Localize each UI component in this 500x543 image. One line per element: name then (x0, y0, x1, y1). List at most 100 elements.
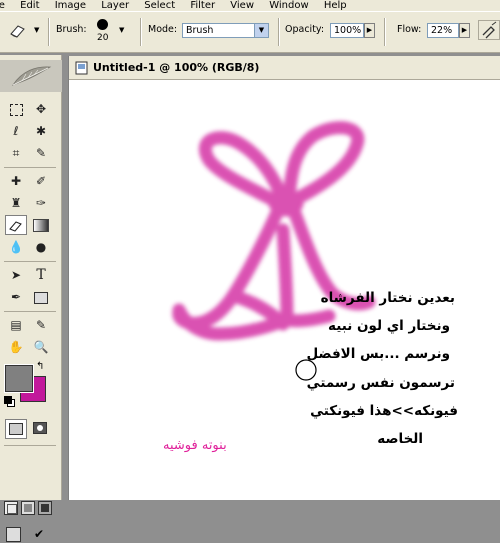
divider (4, 445, 56, 446)
eraser-icon (9, 220, 22, 232)
flow-input[interactable]: 22% (427, 23, 459, 38)
menu-image[interactable]: Image (49, 0, 92, 11)
brush-tool[interactable]: ✐ (30, 171, 52, 191)
crop-tool[interactable]: ⌗ (5, 143, 27, 163)
shape-tool[interactable] (30, 287, 52, 307)
brush-picker[interactable]: 20 ▼ (93, 16, 129, 48)
instruction-line: بعدين نختار الفرشاه (320, 290, 455, 306)
gradient-tool[interactable] (30, 215, 52, 235)
menu-bar: le Edit Image Layer Select Filter View W… (0, 0, 500, 11)
move-tool[interactable]: ✥ (30, 99, 52, 119)
foreground-color-swatch[interactable] (4, 364, 34, 393)
quick-mask-icon (33, 422, 47, 434)
menu-select[interactable]: Select (138, 0, 181, 11)
dodge-tool[interactable]: ● (30, 237, 52, 257)
slice-tool[interactable]: ✎ (30, 143, 52, 163)
blur-tool[interactable]: 💧 (5, 237, 27, 257)
jump-to-imageready-button[interactable] (4, 525, 22, 543)
dodge-icon: ● (35, 240, 47, 254)
menu-window[interactable]: Window (263, 0, 314, 11)
quick-mask-button[interactable] (30, 419, 52, 439)
marquee-tool[interactable] (5, 99, 27, 119)
toolbox-header (0, 60, 62, 92)
instruction-line: ترسمون نفس رسمتي (306, 375, 455, 391)
path-selection-tool[interactable]: ➤ (5, 265, 27, 285)
opacity-label: Opacity: (285, 24, 325, 35)
flow-label: Flow: (397, 24, 422, 35)
separator (48, 18, 50, 46)
magic-wand-icon: ✱ (35, 124, 47, 138)
default-colors-icon[interactable] (4, 396, 15, 407)
flow-value: 22% (431, 25, 453, 36)
drop-icon: 💧 (8, 240, 24, 254)
healing-brush-tool[interactable]: ✚ (5, 171, 27, 191)
screen-mode-full-menu[interactable] (21, 501, 35, 515)
chevron-down-icon: ▼ (254, 24, 268, 37)
hand-tool[interactable]: ✋ (5, 337, 27, 357)
hand-icon: ✋ (8, 340, 24, 354)
eyedropper-tool[interactable]: ✎ (30, 315, 52, 335)
magic-wand-tool[interactable]: ✱ (30, 121, 52, 141)
separator (384, 18, 386, 46)
menu-view[interactable]: View (224, 0, 260, 11)
checkmark-icon: ✔ (33, 527, 45, 541)
magnifier-icon: 🔍 (33, 340, 49, 354)
gradient-icon (33, 219, 49, 232)
zoom-tool[interactable]: 🔍 (30, 337, 52, 357)
standard-mode-button[interactable] (5, 419, 27, 439)
triangle-right-icon: ▶ (366, 26, 373, 34)
options-bar: ▼ Brush: 20 ▼ Mode: Brush ▼ Opacity: 100… (0, 11, 500, 53)
rectangle-icon (34, 291, 48, 304)
chevron-down-icon: ▼ (119, 26, 125, 34)
history-brush-tool[interactable]: ✑ (30, 193, 52, 213)
menu-file[interactable]: le (0, 0, 11, 11)
opacity-slider-button[interactable]: ▶ (364, 23, 375, 38)
arrow-pointer-icon: ➤ (10, 268, 22, 282)
menu-help[interactable]: Help (318, 0, 353, 11)
window-icon (24, 504, 32, 512)
divider (4, 261, 56, 262)
menu-layer[interactable]: Layer (95, 0, 135, 11)
window-icon (41, 504, 49, 512)
instruction-line: فيونكه>>هذا فيونكتي (310, 403, 458, 419)
opacity-input[interactable]: 100% (330, 23, 364, 38)
brush-label: Brush: (56, 24, 87, 35)
airbrush-icon (482, 21, 497, 39)
mode-label: Mode: (148, 24, 178, 35)
document-title-bar[interactable]: Untitled-1 @ 100% (RGB/8) (69, 56, 500, 80)
brush-tip-icon (97, 19, 108, 30)
lasso-icon: ℓ (13, 124, 19, 138)
standard-mode-icon (9, 423, 23, 435)
type-icon: T (36, 267, 46, 283)
swap-colors-icon[interactable]: ↰ (36, 362, 44, 372)
signature-text: بنوته فوشيه (163, 438, 227, 453)
tool-preset-picker[interactable]: ▼ (6, 22, 44, 40)
history-brush-icon: ✑ (35, 196, 47, 210)
airbrush-toggle[interactable] (478, 20, 500, 40)
notes-tool[interactable]: ▤ (5, 315, 27, 335)
flow-slider-button[interactable]: ▶ (459, 23, 470, 38)
type-tool[interactable]: T (30, 265, 52, 285)
notes-icon: ▤ (10, 318, 22, 332)
eraser-tool[interactable] (5, 215, 27, 235)
document-window: Untitled-1 @ 100% (RGB/8) بعدين نختار ال… (68, 56, 500, 500)
edit-in-imageready-button[interactable]: ✔ (30, 525, 48, 543)
mode-select[interactable]: Brush ▼ (182, 23, 269, 38)
document-title: Untitled-1 @ 100% (RGB/8) (93, 61, 260, 74)
lasso-tool[interactable]: ℓ (5, 121, 27, 141)
window-icon (7, 504, 17, 514)
opacity-value: 100% (334, 25, 362, 36)
clone-stamp-tool[interactable]: ♜ (5, 193, 27, 213)
instruction-line: ونختار اي لون نبيه (328, 318, 450, 334)
divider (4, 167, 56, 168)
screen-mode-full[interactable] (38, 501, 52, 515)
menu-filter[interactable]: Filter (184, 0, 221, 11)
separator (140, 18, 142, 46)
slice-icon: ✎ (35, 146, 47, 160)
imageready-icon (6, 527, 21, 542)
eyedropper-icon: ✎ (35, 318, 47, 332)
menu-edit[interactable]: Edit (14, 0, 45, 11)
pen-tool[interactable]: ✒ (5, 287, 27, 307)
screen-mode-standard[interactable] (4, 501, 18, 515)
pen-icon: ✒ (10, 290, 22, 304)
